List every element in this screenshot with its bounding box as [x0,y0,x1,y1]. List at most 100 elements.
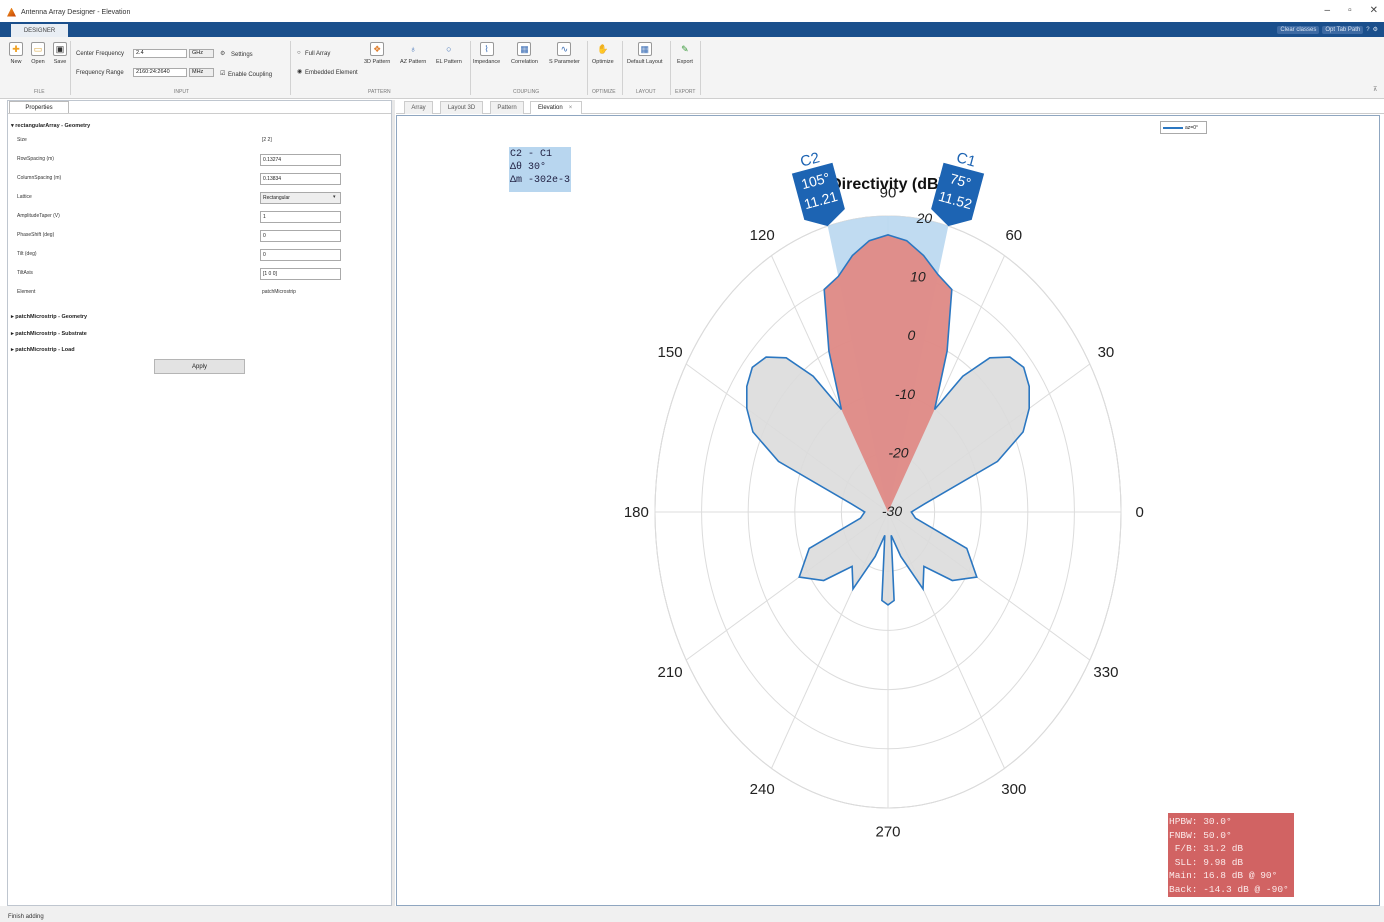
settings-icon[interactable]: ⚙ [1373,26,1378,33]
frequency-range-label: Frequency Range [76,70,124,76]
angle-tick-label: 0 [1135,504,1143,521]
full-array-label: Full Array [305,51,331,57]
tab-layout-3d[interactable]: Layout 3D [440,101,483,114]
correlation-button[interactable]: ▦ Correlation [511,42,538,65]
separator [587,41,588,95]
cursor-c2[interactable]: 105°11.21C2 [787,146,847,231]
property-label: AmplitudeTaper (V) [17,213,60,219]
3d-pattern-button[interactable]: ❖ 3D Pattern [364,42,390,65]
property-value[interactable]: 1 [260,211,341,223]
impedance-button[interactable]: ⌇ Impedance [473,42,500,65]
restore-icon[interactable]: ▫ [1348,5,1352,16]
frequency-range-unit-select[interactable]: MHz [189,68,214,77]
group-patch-load[interactable]: ▸ patchMicrostrip - Load [11,347,75,353]
group-rectangular-array-geometry[interactable]: ▾ rectangularArray - Geometry [11,123,90,129]
s-parameter-icon: ∿ [557,42,572,56]
minimize-icon[interactable]: – [1325,5,1331,16]
separator [470,41,471,95]
property-value[interactable]: 0.13834 [260,173,341,185]
save-label: Save [53,59,67,65]
section-coupling: COUPLING [513,89,540,95]
embedded-element-radio[interactable]: ◉ [297,68,302,75]
property-value[interactable]: [1 0 0] [260,268,341,280]
section-export: EXPORT [675,89,696,95]
group-patch-substrate[interactable]: ▸ patchMicrostrip - Substrate [11,331,87,337]
angle-tick-label: 30 [1098,344,1115,361]
clear-cursors-button[interactable]: Clear classes [1277,25,1320,34]
lattice-select[interactable]: Rectangular [260,192,341,204]
save-button[interactable]: ▣ Save [53,42,67,65]
separator [622,41,623,95]
section-input: INPUT [174,89,189,95]
s-parameter-label: S Parameter [549,59,580,65]
help-icon[interactable]: ? [1366,27,1369,33]
status-text: Finish adding [8,914,44,920]
default-layout-button[interactable]: ▦ Default Layout [627,42,662,65]
radial-tick-label: -10 [895,386,915,402]
property-label: Size [17,137,27,143]
frequency-range-field[interactable]: 2160:24:2640 [133,68,187,77]
group-label: rectangularArray - Geometry [15,123,91,129]
chevron-down-icon: ▾ [333,194,336,200]
angle-tick-label: 60 [1005,227,1022,244]
divider [8,113,391,114]
apply-button[interactable]: Apply [154,359,245,374]
center-frequency-unit-select[interactable]: GHz [189,49,214,58]
az-pattern-button[interactable]: ♁ AZ Pattern [400,42,426,65]
pattern-stats-box: HPBW: 30.0° FNBW: 50.0° F/B: 31.2 dB SLL… [1168,813,1294,897]
window-controls: – ▫ ✕ [1325,5,1379,16]
title-bar: Antenna Array Designer - Elevation – ▫ ✕ [0,0,1384,24]
angle-tick-label: 150 [658,344,683,361]
open-button[interactable]: ▭ Open [31,42,45,65]
panel-splitter[interactable] [392,100,395,906]
close-tab-icon[interactable]: × [569,105,573,111]
tab-array[interactable]: Array [404,101,433,114]
optimize-label: Optimize [592,59,614,65]
section-optimize: OPTIMIZE [592,89,616,95]
property-value[interactable]: 0 [260,230,341,242]
3d-pattern-icon: ❖ [370,42,385,56]
settings-button[interactable]: Settings [231,52,253,58]
separator [670,41,671,95]
close-icon[interactable]: ✕ [1370,5,1378,16]
export-label: Export [677,59,693,65]
opt-tab-path-button[interactable]: Opt Tab Path [1322,25,1364,34]
polar-plot[interactable]: 030609012015018021024027030033020100-10-… [396,115,1380,906]
impedance-icon: ⌇ [479,42,494,56]
legend-label: az=0° [1185,124,1198,131]
property-value: [2 2] [262,137,272,143]
cursor-delta-box: C2 - C1 Δθ 30° Δm -302e-3 [509,147,571,192]
separator [70,41,71,95]
tab-properties[interactable]: Properties [9,101,69,113]
angle-tick-label: 180 [624,504,649,521]
embedded-element-label: Embedded Element [305,70,358,76]
property-label: TiltAxis [17,270,33,276]
property-value[interactable]: 0 [260,249,341,261]
s-parameter-button[interactable]: ∿ S Parameter [549,42,580,65]
plus-icon: ✚ [9,42,23,56]
el-pattern-button[interactable]: ○ EL Pattern [436,42,462,65]
center-frequency-field[interactable]: 2.4 [133,49,187,58]
correlation-icon: ▦ [517,42,532,56]
quick-access-bar: Clear classes Opt Tab Path ? ⚙ [1277,24,1378,35]
group-patch-geometry[interactable]: ▸ patchMicrostrip - Geometry [11,314,87,320]
new-button[interactable]: ✚ New [9,42,23,65]
el-pattern-label: EL Pattern [436,59,462,65]
legend-line [1163,126,1183,129]
settings-gear-icon[interactable]: ⚙ [220,50,225,57]
enable-coupling-checkbox[interactable]: ☑ [220,70,225,77]
legend[interactable]: az=0° [1160,121,1207,134]
tab-designer[interactable]: DESIGNER [11,24,68,37]
collapse-toolstrip-icon[interactable]: ⊼ [1373,86,1377,93]
tab-pattern[interactable]: Pattern [490,101,524,114]
full-array-radio[interactable]: ○ [297,50,301,56]
optimize-button[interactable]: ✋ Optimize [592,42,614,66]
optimize-icon: ✋ [597,43,609,54]
tab-elevation[interactable]: Elevation × [530,101,582,114]
property-value[interactable]: 0.13274 [260,154,341,166]
export-button[interactable]: ✎ Export [677,42,693,66]
radial-tick-label: 10 [910,269,926,285]
cursor-c1[interactable]: 75°11.52C1 [928,146,988,231]
window-title: Antenna Array Designer - Elevation [21,8,131,16]
section-pattern: PATTERN [368,89,391,95]
